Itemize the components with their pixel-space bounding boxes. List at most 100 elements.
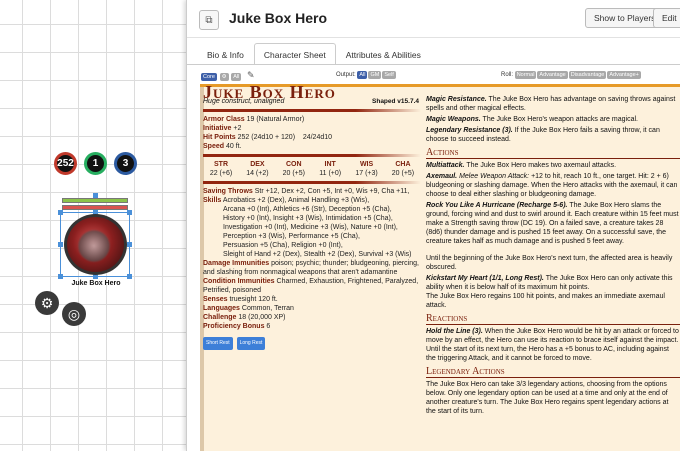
popout-button[interactable]: ⧉ [199, 10, 219, 30]
damage-immunities-row: Damage Immunities poison; psychic; thund… [203, 260, 419, 276]
hit-points-value[interactable]: 252 (24d10 + 120) [238, 134, 295, 141]
roll-normal[interactable]: Normal [514, 71, 537, 79]
resize-handle[interactable] [127, 242, 132, 247]
core-toggle[interactable]: Core [201, 73, 217, 81]
popout-icon: ⧉ [205, 14, 213, 26]
hp-bubble[interactable]: 252 [54, 152, 77, 175]
divider [203, 181, 421, 184]
skills-line[interactable]: Arcana +0 (Int), Athletics +6 (Str), Dec… [203, 205, 421, 214]
rest-buttons: Short Rest Long Rest [203, 337, 421, 350]
initiative-value[interactable]: +2 [233, 125, 241, 132]
roll-advantage[interactable]: Advantage [537, 71, 568, 79]
panel-tabs: Bio & Info Character Sheet Attributes & … [197, 43, 431, 65]
attr-wis[interactable]: WIS 17 (+3) [349, 160, 385, 178]
output-group: Output: All GM Self [336, 71, 397, 79]
resize-handle[interactable] [127, 274, 132, 279]
languages-row: Languages Common, Terran [203, 305, 294, 312]
trait-magic-weapons[interactable]: Magic Weapons. The Juke Box Hero's weapo… [426, 115, 680, 124]
edit-button[interactable]: Edit [653, 8, 680, 28]
roll-label: Roll: [501, 72, 514, 78]
legendary-intro: The Juke Box Hero can take 3/3 legendary… [426, 381, 669, 415]
hit-points-row: Hit Points 252 (24d10 + 120) 24/24d10 [203, 134, 333, 141]
saving-throws-row[interactable]: Saving Throws Str +12, Dex +2, Con +5, I… [203, 187, 421, 196]
sheet-version: Shaped v15.7.4 [372, 98, 419, 105]
roll-disadvantage[interactable]: Disadvantage [568, 71, 607, 79]
speed-row: Speed 40 ft. [203, 143, 242, 150]
tab-bio-info[interactable]: Bio & Info [197, 43, 254, 65]
divider [203, 154, 421, 157]
skills-row[interactable]: Skills Acrobatics +2 (Dex), Animal Handl… [203, 196, 421, 205]
action-kickstart-effect: The Juke Box Hero regains 100 hit points… [426, 293, 665, 309]
green-bubble[interactable]: 1 [84, 152, 107, 175]
trait-magic-resistance[interactable]: Magic Resistance. The Juke Box Hero has … [426, 95, 680, 113]
rotate-handle[interactable] [93, 193, 98, 198]
armor-class-value[interactable]: 19 (Natural Armor) [247, 116, 305, 123]
resize-handle[interactable] [58, 210, 63, 215]
skills-line[interactable]: Perception +3 (Wis), Performance +5 (Cha… [203, 232, 421, 241]
condition-immunities-row: Condition Immunities Charmed, Exhaustion… [203, 278, 419, 294]
map-canvas[interactable]: 252 1 3 Juke Box Hero ⚙ ◎ [0, 0, 186, 451]
action-obscured: Until the beginning of the Juke Box Hero… [426, 255, 673, 271]
action-rock-you[interactable]: Rock You Like A Hurricane (Recharge 5-6)… [426, 201, 680, 246]
monster-type: Huge construct, unaligned [203, 98, 285, 105]
gear-icon: ⚙ [40, 294, 54, 311]
resize-handle[interactable] [58, 274, 63, 279]
all-toggle[interactable]: All [231, 73, 242, 81]
reaction-hold-the-line[interactable]: Hold the Line (3). When the Juke Box Her… [426, 327, 680, 363]
challenge-row: Challenge 18 (20,000 XP) [203, 314, 286, 321]
skills-line[interactable]: Sleight of Hand +2 (Dex), Stealth +2 (De… [203, 250, 421, 259]
action-kickstart[interactable]: Kickstart My Heart (1/1, Long Rest). The… [426, 274, 680, 292]
hit-dice-value[interactable]: 24/24d10 [303, 134, 332, 141]
action-axemaul[interactable]: Axemaul. Melee Weapon Attack: +12 to hit… [426, 172, 680, 199]
attr-cha[interactable]: CHA 20 (+5) [385, 160, 421, 178]
stat-block: Juke Box Hero Huge construct, unaligned … [200, 82, 680, 451]
pencil-icon[interactable]: ✎ [247, 70, 255, 80]
gear-button[interactable]: ⚙ [35, 291, 59, 315]
panel-title: Juke Box Hero [229, 10, 328, 26]
divider [203, 109, 421, 112]
output-self[interactable]: Self [382, 71, 396, 79]
trait-legendary-resistance[interactable]: Legendary Resistance (3). If the Juke Bo… [426, 126, 680, 144]
panel-header: ⧉ Juke Box Hero Show to Players Edit [187, 0, 680, 38]
long-rest-button[interactable]: Long Rest [236, 337, 266, 350]
speed-value: 40 ft. [225, 143, 242, 150]
attr-int[interactable]: INT 11 (+0) [312, 160, 348, 178]
tab-divider [187, 64, 680, 65]
target-button[interactable]: ◎ [62, 302, 86, 326]
output-gm[interactable]: GM [368, 71, 382, 79]
output-label: Output: [336, 72, 356, 78]
tab-character-sheet[interactable]: Character Sheet [253, 43, 336, 65]
token-name-label: Juke Box Hero [71, 280, 121, 287]
proficiency-row: Proficiency Bonus 6 [203, 323, 271, 330]
token-bar-green [62, 198, 128, 203]
actions-heading: Actions [426, 148, 680, 159]
legendary-actions-heading: Legendary Actions [426, 367, 680, 378]
armor-class-row: Armor Class 19 (Natural Armor) [203, 116, 305, 123]
monster-name: Juke Box Hero [203, 82, 336, 102]
juke-box-hero-token[interactable] [64, 214, 127, 275]
attr-con[interactable]: CON 20 (+5) [276, 160, 312, 178]
short-rest-button[interactable]: Short Rest [203, 337, 233, 350]
reactions-heading: Reactions [426, 314, 680, 325]
attr-str[interactable]: STR 22 (+6) [203, 160, 239, 178]
blue-bubble[interactable]: 3 [114, 152, 137, 175]
skills-line[interactable]: History +0 (Int), Insight +3 (Wis), Inti… [203, 214, 421, 223]
attributes-row: STR 22 (+6) DEX 14 (+2) CON 20 (+5) INT 11 (… [203, 160, 421, 178]
target-icon: ◎ [67, 305, 81, 322]
senses-row: Senses truesight 120 ft. [203, 296, 278, 303]
gear-small-icon[interactable]: ⚙ [219, 73, 229, 81]
skills-line[interactable]: Persuasion +5 (Cha), Religion +0 (Int), [203, 241, 421, 250]
output-all[interactable]: All [357, 71, 368, 79]
sheet-toolbar: Core ⚙ All ✎ Output: All GM Self Roll: Nor… [201, 70, 680, 82]
action-multiattack[interactable]: Multiattack. The Juke Box Hero makes two… [426, 161, 680, 170]
roll-advantage-plus[interactable]: Advantage+ [607, 71, 641, 79]
roll-group: Roll: Normal Advantage Disadvantage Advanta… [501, 71, 642, 79]
stat-column-right: Magic Resistance. The Juke Box Hero has … [426, 95, 680, 418]
stat-column-left: Juke Box Hero Huge construct, unaligned … [203, 82, 421, 350]
skills-line[interactable]: Investigation +0 (Int), Medicine +3 (Wis… [203, 223, 421, 232]
resize-handle[interactable] [127, 210, 132, 215]
initiative-row: Initiative +2 [203, 125, 242, 132]
tab-attributes-abilities[interactable]: Attributes & Abilities [336, 43, 431, 65]
attr-dex[interactable]: DEX 14 (+2) [239, 160, 275, 178]
resize-handle[interactable] [58, 242, 63, 247]
